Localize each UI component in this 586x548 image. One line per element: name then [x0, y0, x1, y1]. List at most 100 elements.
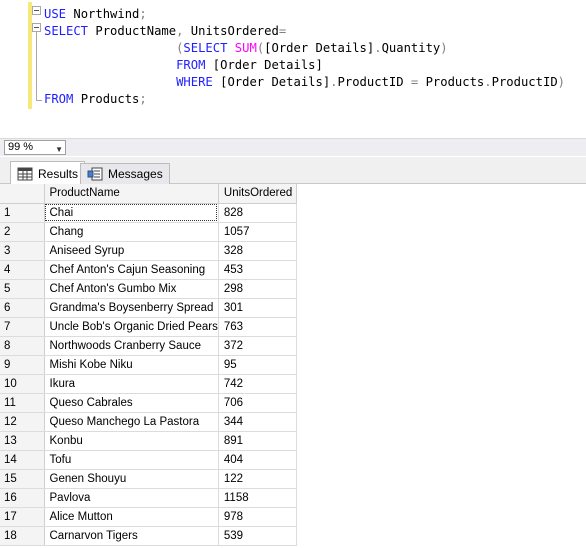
row-number[interactable]: 11 — [0, 393, 45, 413]
cell-productname[interactable]: Genen Shouyu — [44, 469, 219, 489]
table-row: 10 Ikura 742 — [0, 374, 297, 394]
tab-results[interactable]: Results — [10, 161, 86, 185]
cell-unitsordered[interactable]: 453 — [218, 260, 297, 280]
cell-productname[interactable]: Konbu — [44, 431, 219, 451]
cell-productname[interactable]: Queso Manchego La Pastora — [44, 412, 219, 432]
cell-productname[interactable]: Chef Anton's Cajun Seasoning — [44, 260, 219, 280]
collapse-icon[interactable] — [32, 23, 41, 32]
row-number[interactable]: 5 — [0, 279, 45, 299]
grid-icon — [17, 167, 33, 181]
row-number[interactable]: 14 — [0, 450, 45, 470]
code-line: (SELECT SUM([Order Details].Quantity) — [44, 40, 448, 57]
cell-productname[interactable]: Uncle Bob's Organic Dried Pears — [44, 317, 219, 337]
cell-unitsordered[interactable]: 404 — [218, 450, 297, 470]
sql-function: SUM — [234, 41, 257, 55]
table-row: 6 Grandma's Boysenberry Spread 301 — [0, 298, 297, 318]
row-number[interactable]: 6 — [0, 298, 45, 318]
cell-unitsordered[interactable]: 328 — [218, 241, 297, 261]
row-number[interactable]: 13 — [0, 431, 45, 451]
cell-unitsordered[interactable]: 742 — [218, 374, 297, 394]
column-header-unitsordered[interactable]: UnitsOrdered — [218, 184, 297, 204]
sql-operator: . — [484, 75, 492, 89]
cell-productname[interactable]: Chai — [44, 203, 219, 223]
row-number[interactable]: 12 — [0, 412, 45, 432]
table-row: 5 Chef Anton's Gumbo Mix 298 — [0, 279, 297, 299]
sql-text: [Order Details] — [212, 75, 331, 89]
row-number[interactable]: 16 — [0, 488, 45, 508]
row-number[interactable]: 1 — [0, 203, 45, 223]
row-number[interactable]: 7 — [0, 317, 45, 337]
tab-results-label: Results — [38, 166, 79, 181]
cell-unitsordered[interactable]: 828 — [218, 203, 297, 223]
table-row: 18 Carnarvon Tigers 539 — [0, 526, 297, 546]
cell-unitsordered[interactable]: 539 — [218, 526, 297, 546]
results-grid[interactable]: ProductName UnitsOrdered 1 Chai 828 2 Chang 1… — [0, 184, 586, 548]
row-number[interactable]: 18 — [0, 526, 45, 546]
sql-operator: ) — [557, 75, 566, 89]
column-header-productname[interactable]: ProductName — [44, 184, 219, 204]
code-line: SELECT ProductName, UnitsOrdered= — [44, 23, 286, 40]
row-number[interactable]: 3 — [0, 241, 45, 261]
cell-unitsordered[interactable]: 301 — [218, 298, 297, 318]
row-number[interactable]: 2 — [0, 222, 45, 242]
cell-productname[interactable]: Queso Cabrales — [44, 393, 219, 413]
cell-productname[interactable]: Aniseed Syrup — [44, 241, 219, 261]
cell-productname[interactable]: Ikura — [44, 374, 219, 394]
chevron-down-icon: ▼ — [55, 145, 63, 154]
tab-messages[interactable]: Messages — [80, 163, 170, 184]
cell-unitsordered[interactable]: 344 — [218, 412, 297, 432]
cell-productname[interactable]: Tofu — [44, 450, 219, 470]
collapse-icon[interactable] — [32, 6, 41, 15]
table-row: 1 Chai 828 — [0, 203, 297, 223]
table-row: 8 Northwoods Cranberry Sauce 372 — [0, 336, 297, 356]
sql-text: ProductID — [337, 75, 411, 89]
cell-unitsordered[interactable]: 95 — [218, 355, 297, 375]
row-number[interactable]: 15 — [0, 469, 45, 489]
table-row: 16 Pavlova 1158 — [0, 488, 297, 508]
sql-editor[interactable]: USE Northwind; SELECT ProductName, UnitsO… — [0, 0, 586, 138]
results-table: ProductName UnitsOrdered 1 Chai 828 2 Chang 1… — [0, 184, 297, 546]
corner-cell[interactable] — [0, 184, 45, 204]
cell-unitsordered[interactable]: 372 — [218, 336, 297, 356]
row-number[interactable]: 4 — [0, 260, 45, 280]
row-number[interactable]: 9 — [0, 355, 45, 375]
sql-operator: = — [278, 24, 287, 38]
messages-icon — [87, 167, 103, 181]
cell-unitsordered[interactable]: 706 — [218, 393, 297, 413]
sql-operator: . — [374, 41, 382, 55]
cell-productname[interactable]: Pavlova — [44, 488, 219, 508]
row-number[interactable]: 8 — [0, 336, 45, 356]
table-row: 9 Mishi Kobe Niku 95 — [0, 355, 297, 375]
cell-productname[interactable]: Alice Mutton — [44, 507, 219, 527]
cell-unitsordered[interactable]: 763 — [218, 317, 297, 337]
zoom-select[interactable]: 99 % ▼ — [4, 140, 66, 155]
outline-line-end — [36, 100, 42, 101]
sql-operator: ; — [139, 7, 147, 21]
cell-productname[interactable]: Chef Anton's Gumbo Mix — [44, 279, 219, 299]
cell-productname[interactable]: Northwoods Cranberry Sauce — [44, 336, 219, 356]
table-row: 2 Chang 1057 — [0, 222, 297, 242]
cell-unitsordered[interactable]: 1158 — [218, 488, 297, 508]
row-number[interactable]: 10 — [0, 374, 45, 394]
row-number[interactable]: 17 — [0, 507, 45, 527]
cell-productname[interactable]: Chang — [44, 222, 219, 242]
cell-productname[interactable]: Carnarvon Tigers — [44, 526, 219, 546]
cell-unitsordered[interactable]: 298 — [218, 279, 297, 299]
cell-unitsordered[interactable]: 891 — [218, 431, 297, 451]
sql-keyword: WHERE — [176, 75, 213, 89]
cell-unitsordered[interactable]: 978 — [218, 507, 297, 527]
header-row: ProductName UnitsOrdered — [0, 184, 297, 204]
sql-keyword: USE — [44, 7, 67, 21]
sql-text: Products — [73, 92, 140, 106]
cell-productname[interactable]: Grandma's Boysenberry Spread — [44, 298, 219, 318]
sql-operator: ; — [139, 92, 147, 106]
cell-unitsordered[interactable]: 1057 — [218, 222, 297, 242]
sql-text: Products — [418, 75, 485, 89]
cell-productname[interactable]: Mishi Kobe Niku — [44, 355, 219, 375]
tab-messages-label: Messages — [108, 167, 163, 181]
cell-unitsordered[interactable]: 122 — [218, 469, 297, 489]
sql-text: [Order Details] — [264, 41, 375, 55]
